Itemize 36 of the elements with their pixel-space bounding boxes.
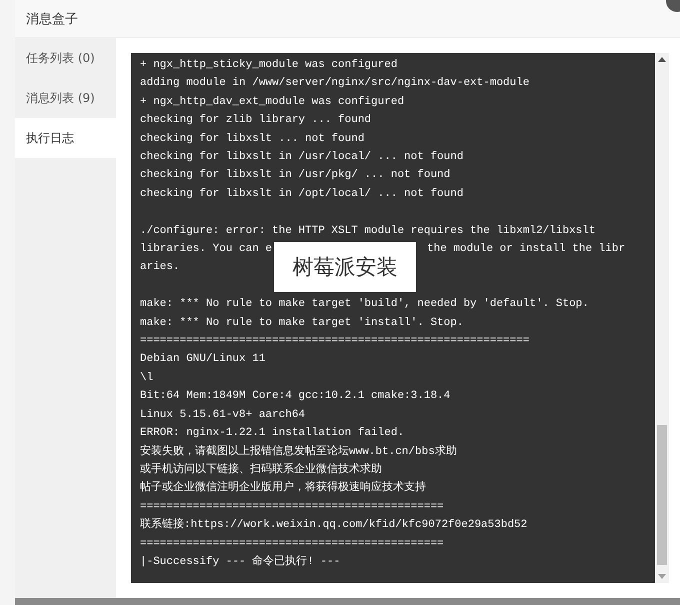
log-line: 或手机访问以下链接、扫码联系企业微信技术求助 [140,462,382,478]
scrollbar[interactable] [655,53,669,583]
log-line: ./configure: error: the HTTP XSLT module requires the libxml2/libxslt [140,224,596,239]
log-line: + ngx_http_dav_ext_module was configured [140,94,404,110]
log-line: Bit:64 Mem:1849M Core:4 gcc:10.2.1 cmake:3.18.4 [140,389,450,404]
log-line: =========================================================== [140,334,530,350]
scroll-up-icon[interactable] [658,57,666,62]
log-line: Linux 5.15.61-v8+ aarch64 [140,408,306,423]
sidebar-tab[interactable]: 任务列表 (0) [15,38,116,78]
scrollbar-thumb[interactable] [657,425,667,565]
log-line: make: *** No rule to make target 'install'. Stop. [140,316,464,331]
log-line: make: *** No rule to make target 'build', needed by 'default'. Stop. [140,297,589,312]
log-line: libraries. You can e [140,242,272,258]
dialog-title: 消息盒子 [26,10,78,28]
log-line: checking for libxslt ... not found [140,132,364,147]
log-line: adding module in /www/server/nginx/src/nginx-dav-ext-module [140,76,530,92]
log-line: checking for libxslt in /opt/local/ ... not found [140,186,464,202]
log-line: aries. [140,260,180,276]
log-line: |-Successify --- 命令已执行! --- [140,554,340,570]
log-line: checking for libxslt in /usr/local/ ... not found [140,150,464,166]
sidebar-tab[interactable]: 消息列表 (9) [15,78,116,118]
log-line: ============================================== [140,536,444,552]
log-line: \l [140,370,154,386]
log-line: 联系链接:https://work.weixin.qq.com/kfid/kfc9072f0e29a53bd52 [140,516,528,534]
caption-label: 树莓派安装 [274,242,416,292]
log-line: checking for zlib library ... found [140,113,372,128]
log-line: + ngx_http_sticky_module was configured [140,58,398,73]
log-line: ============================================== [140,500,444,515]
log-line: the module or install the libr [427,242,626,258]
log-line: ERROR: nginx-1.22.1 installation failed. [140,426,404,442]
log-line: 安装失败，请截图以上报错信息发帖至论坛www.bt.cn/bbs求助 [140,444,457,460]
sidebar-tab[interactable]: 执行日志 [15,118,116,158]
log-line: checking for libxslt in /usr/pkg/ ... not found [140,168,450,184]
log-line: Debian GNU/Linux 11 [140,352,266,368]
log-line: 帖子或企业微信注明企业版用户，将获得极速响应技术支持 [140,480,426,496]
scroll-down-icon[interactable] [658,574,666,579]
